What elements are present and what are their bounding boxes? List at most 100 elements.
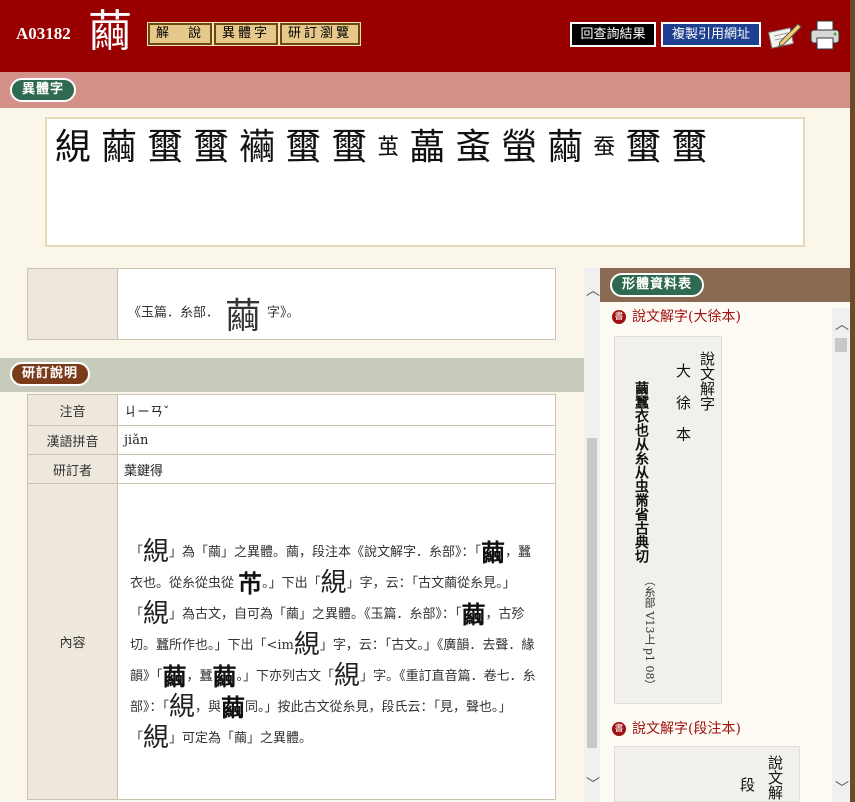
form-data-bar: 形體資料表 (600, 268, 850, 302)
content-text: ，蠶 (186, 669, 213, 684)
row-header: 研訂者 (27, 454, 118, 484)
inline-glyph: 絸 (143, 599, 170, 629)
right-pane: 形體資料表 書說文解字(大徐本) 說文解字 大 徐 本 繭蠶衣也从糸从虫黹省古典… (600, 268, 850, 802)
source-dxu[interactable]: 書說文解字(大徐本) (612, 306, 741, 326)
content-text: 」為「繭」之異體。繭，段注本《說文解字．糸部》：「 (169, 545, 482, 560)
variant-glyph-box: 絸繭蠒蠒襺蠒蠒茧藟蚉螢繭蚕蠒蠒 (45, 117, 805, 247)
variant-glyph[interactable]: 蠒 (331, 125, 369, 171)
window-edge (850, 0, 855, 802)
tab-explanation[interactable]: 解 說 (146, 22, 214, 46)
content-text: 。」下亦列古文「 (236, 669, 335, 684)
variant-glyph[interactable]: 蠒 (193, 125, 231, 171)
yupian-value: 《玉篇．糸部． 繭字》。 (118, 269, 555, 339)
row-header: 注音 (27, 394, 118, 426)
inline-glyph-image: 繭 (162, 662, 187, 691)
yupian-glyph: 繭 (225, 296, 262, 337)
yupian-text-after: 字》。 (267, 305, 300, 321)
inline-glyph: 絸 (143, 537, 170, 567)
inline-glyph: 絸 (293, 630, 320, 660)
review-table: 注音 ㄐㄧㄢˇ 漢語拼音 jiǎn 研訂者 葉鍵得 內容 「絸」為「繭」之異體。… (27, 394, 556, 800)
content-header: 內容 (27, 483, 118, 800)
variant-glyph[interactable]: 蚕 (593, 125, 617, 171)
variant-glyph[interactable]: 蠒 (147, 125, 185, 171)
variant-glyph[interactable]: 藟 (409, 125, 447, 171)
content-text: 「 (130, 545, 144, 560)
scan-subtitle: 大 徐 本 (674, 363, 692, 448)
tab-variants[interactable]: 異體字 (213, 22, 280, 46)
scroll-down-icon[interactable]: ﹀ (835, 778, 849, 798)
variant-glyph[interactable]: 蚉 (455, 125, 493, 171)
table-row: 注音 ㄐㄧㄢˇ (27, 394, 556, 426)
content-cell: 「絸」為「繭」之異體。繭，段注本《說文解字．糸部》：「繭，蠶衣也。從糸從虫從 芇… (117, 483, 556, 800)
row-value: ㄐㄧㄢˇ (117, 394, 556, 426)
tab-review-browse[interactable]: 研訂瀏覽 (279, 22, 362, 46)
row-value: jiǎn (117, 425, 556, 455)
variant-glyph[interactable]: 繭 (547, 125, 585, 171)
inline-glyph-image: 繭 (481, 538, 506, 567)
inline-glyph-image: 繭 (221, 693, 246, 722)
variant-glyph[interactable]: 繭 (101, 125, 139, 171)
variants-label: 異體字 (10, 78, 77, 102)
nav-tabs: 解 說 異體字 研訂瀏覽 (146, 22, 362, 46)
top-bar: A03182 繭 解 說 異體字 研訂瀏覽 回查詢結果 複製引用網址 (0, 0, 850, 72)
char-code: A03182 (16, 24, 71, 43)
scan-note: （糸部 V13上 p1 08） (643, 575, 656, 691)
table-row: 研訂者 葉鍵得 (27, 454, 556, 484)
inline-glyph-image: 繭 (212, 662, 237, 691)
pencil-note-icon[interactable] (766, 18, 802, 52)
review-section-bar: 研訂說明 (0, 358, 584, 392)
row-value: 葉鍵得 (117, 454, 556, 484)
content-text: 」可定為「繭」之異體。 (169, 731, 313, 746)
variant-glyph-list: 絸繭蠒蠒襺蠒蠒茧藟蚉螢繭蚕蠒蠒 (55, 125, 795, 171)
back-to-results-button[interactable]: 回查詢結果 (570, 22, 656, 47)
scroll-up-icon[interactable]: ︿ (835, 314, 849, 334)
inline-glyph: 絸 (334, 661, 361, 691)
form-data-label: 形體資料表 (610, 273, 705, 297)
scan-title: 說文解字 (698, 351, 716, 411)
yupian-row: 《玉篇．糸部． 繭字》。 (27, 268, 556, 340)
variant-band: 異體字 (0, 72, 850, 108)
yupian-text-before: 《玉篇．糸部． (128, 305, 220, 321)
source-dxu-label: 說文解字(大徐本) (632, 309, 741, 325)
content-text: 」為古文，自可為「繭」之異體。《玉篇．糸部》：「 (169, 607, 462, 622)
variant-glyph[interactable]: 蠒 (285, 125, 323, 171)
scan-title-2: 說文解 (766, 755, 784, 800)
right-scrollbar[interactable]: ︿ ﹀ (832, 308, 850, 802)
table-row: 內容 「絸」為「繭」之異體。繭，段注本《說文解字．糸部》：「繭，蠶衣也。從糸從虫… (27, 483, 556, 800)
scroll-thumb[interactable] (835, 338, 847, 352)
seal-icon: 書 (612, 310, 626, 324)
scroll-thumb[interactable] (587, 438, 597, 748)
row-header: 漢語拼音 (27, 425, 118, 455)
variant-glyph[interactable]: 絸 (55, 125, 93, 171)
inline-glyph: 絸 (143, 723, 170, 753)
inline-glyph: 絸 (320, 568, 347, 598)
printer-icon[interactable] (808, 18, 844, 52)
scan-image-dxu: 說文解字 大 徐 本 繭蠶衣也从糸从虫黹省古典切 （糸部 V13上 p1 08） (614, 336, 722, 704)
variant-glyph[interactable]: 襺 (239, 125, 277, 171)
row-label-blank (28, 269, 118, 339)
source-duan[interactable]: 書說文解字(段注本) (612, 718, 741, 738)
variant-glyph[interactable]: 茧 (377, 125, 401, 171)
source-duan-label: 說文解字(段注本) (632, 721, 741, 737)
scroll-down-icon[interactable]: ﹀ (586, 774, 600, 794)
content-text: 。」下出「 (262, 576, 321, 591)
scan-image-duan: 說文解 段 (614, 746, 800, 802)
left-scrollbar[interactable]: ︿ ﹀ (584, 268, 600, 802)
scan-subtitle-2: 段 (738, 777, 756, 792)
content-text: ，與 (195, 700, 222, 715)
review-content-text: 「絸」為「繭」之異體。繭，段注本《說文解字．糸部》：「繭，蠶衣也。從糸從虫從 芇… (124, 519, 549, 764)
inline-glyph-image: 繭 (461, 600, 486, 629)
table-row: 漢語拼音 jiǎn (27, 425, 556, 455)
left-pane: 《玉篇．糸部．繭字》。 研訂說明 注音 ㄐㄧㄢˇ 漢語拼音 jiǎn 研訂者 葉… (0, 268, 584, 802)
variant-glyph[interactable]: 螢 (501, 125, 539, 171)
copy-link-button[interactable]: 複製引用網址 (661, 22, 761, 47)
inline-glyph: 絸 (169, 692, 196, 722)
scan-body-text: 繭蠶衣也从糸从虫黹省古典切 (633, 381, 649, 563)
review-label: 研訂說明 (10, 362, 91, 386)
scroll-up-icon[interactable]: ︿ (586, 280, 600, 300)
variant-glyph[interactable]: 蠒 (671, 125, 709, 171)
seal-icon: 書 (612, 722, 626, 736)
main-character: 繭 (88, 6, 132, 57)
inline-glyph-image: 芇 (238, 569, 263, 598)
variant-glyph[interactable]: 蠒 (625, 125, 663, 171)
